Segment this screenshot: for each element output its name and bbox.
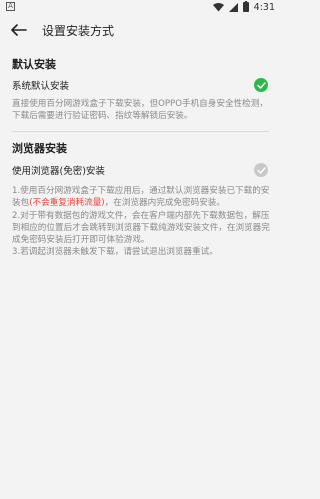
back-arrow-icon[interactable]: [9, 20, 29, 40]
check-unselected-icon[interactable]: [254, 163, 268, 177]
browser-install-description: 1.使用百分网游戏盒子下载应用后，通过默认浏览器安装已下载的安装包(不会重复消耗…: [12, 185, 270, 259]
status-bar: A 4:31: [0, 0, 281, 14]
signal-icon: [228, 2, 238, 12]
page-title: 设置安装方式: [42, 23, 115, 38]
wifi-icon: [212, 2, 224, 11]
browser-desc-line3: 3.若调起浏览器未触发下载，请尝试退出浏览器重试。: [12, 247, 218, 258]
browser-install-option[interactable]: 使用浏览器(免密)安装: [12, 161, 268, 179]
battery-icon: [242, 1, 249, 12]
default-install-description: 直接使用百分网游戏盒子下载安装，但OPPO手机自身安全性检测，下载后需要进行验证…: [12, 99, 268, 122]
status-time: 4:31: [253, 1, 275, 13]
check-selected-icon[interactable]: [254, 78, 268, 92]
default-install-heading: 默认安装: [12, 58, 56, 71]
browser-install-heading: 浏览器安装: [12, 142, 67, 155]
browser-desc-line1-end: ，在浏览器内完成免密码安装。: [104, 198, 225, 209]
browser-install-label: 使用浏览器(免密)安装: [12, 166, 105, 177]
toolbar: 设置安装方式: [0, 14, 281, 46]
browser-desc-line2: 2.对于带有数据包的游戏文件，会在客户端内部先下载数据包，解压到相应的位置后才会…: [12, 210, 270, 246]
notification-a-icon: A: [6, 2, 15, 11]
no-extra-traffic-note: (不会重复消耗流量): [29, 198, 105, 209]
system-default-install-label: 系统默认安装: [12, 81, 70, 92]
section-divider: [12, 131, 269, 132]
system-default-install-option[interactable]: 系统默认安装: [12, 76, 268, 94]
